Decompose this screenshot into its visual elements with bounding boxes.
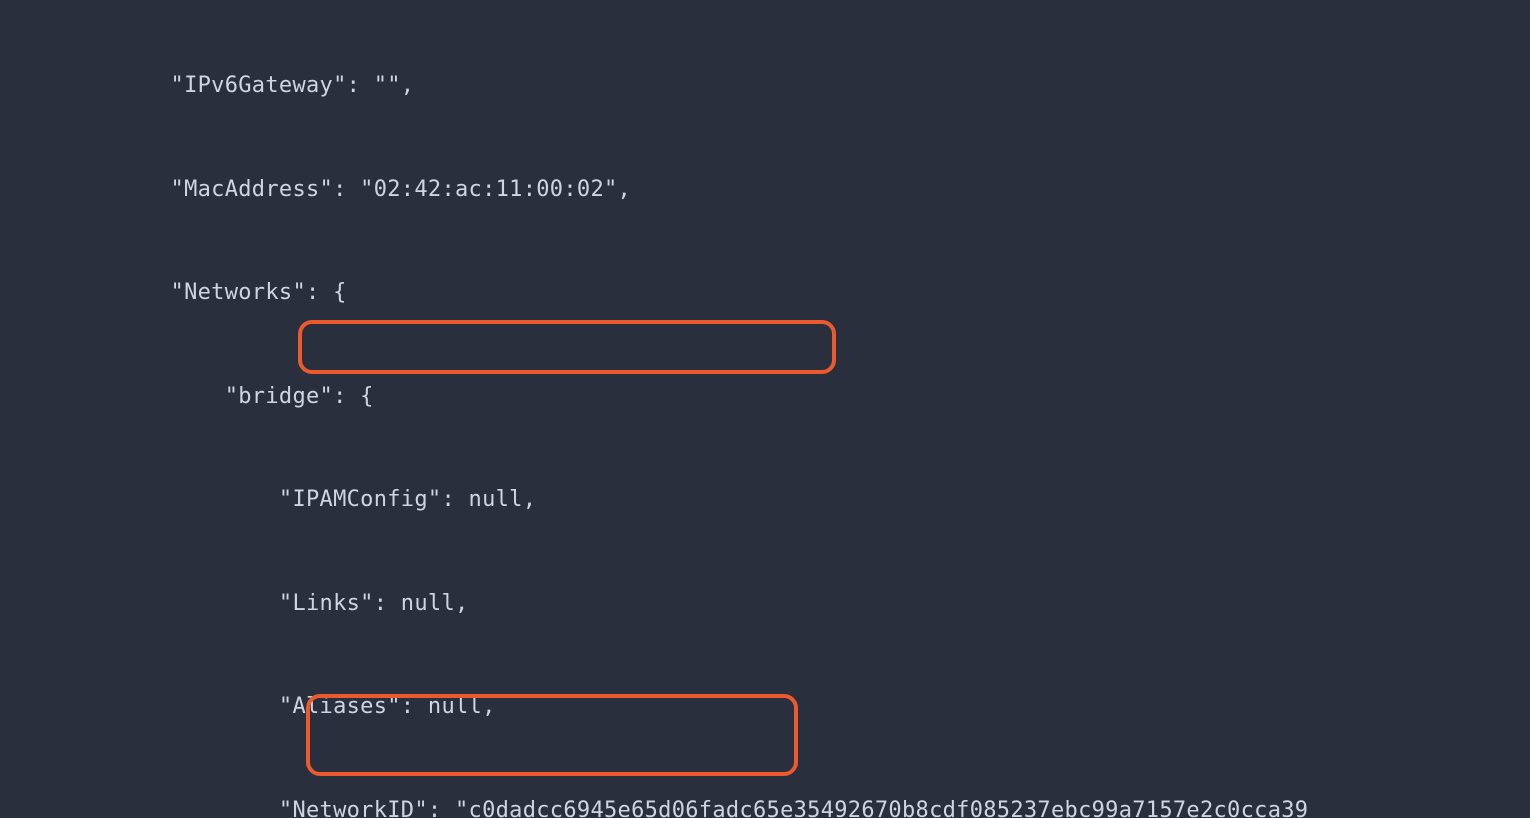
- output-line: "Networks": {: [0, 276, 1530, 311]
- output-line: "MacAddress": "02:42:ac:11:00:02",: [0, 173, 1530, 208]
- output-line: "Links": null,: [0, 587, 1530, 622]
- terminal-output[interactable]: "IPv6Gateway": "", "MacAddress": "02:42:…: [0, 0, 1530, 818]
- output-line: "IPv6Gateway": "",: [0, 69, 1530, 104]
- output-line: "IPAMConfig": null,: [0, 483, 1530, 518]
- output-line: "Aliases": null,: [0, 690, 1530, 725]
- output-line: "NetworkID": "c0dadcc6945e65d06fadc65e35…: [0, 794, 1530, 818]
- highlight-ipaddress: [298, 320, 836, 374]
- output-line: "bridge": {: [0, 380, 1530, 415]
